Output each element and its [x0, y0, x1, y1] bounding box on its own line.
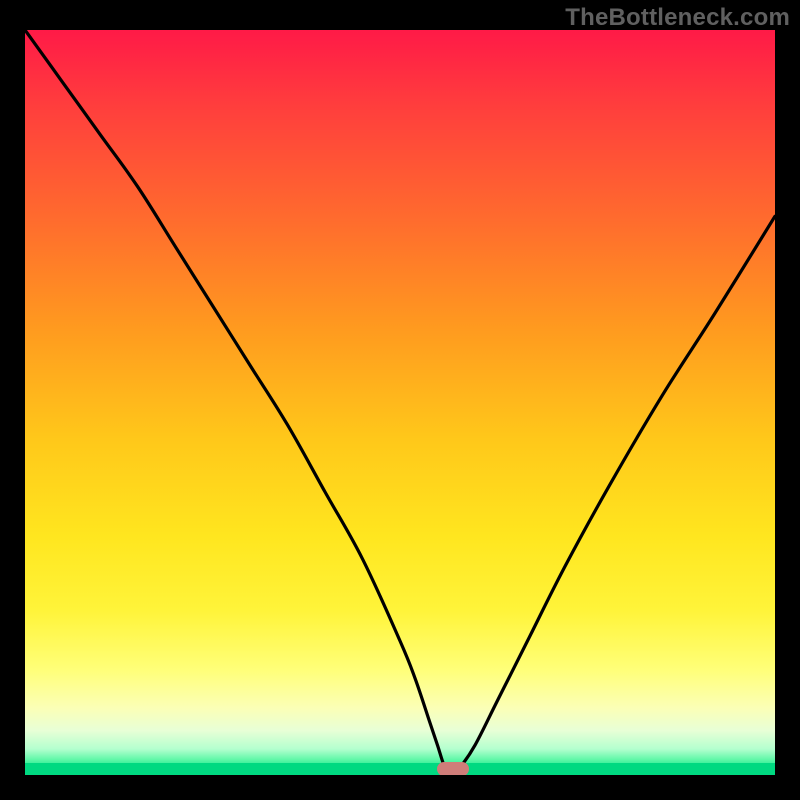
plot-area — [25, 30, 775, 775]
current-config-marker — [437, 762, 469, 775]
chart-frame: TheBottleneck.com — [0, 0, 800, 800]
bottleneck-curve — [25, 30, 775, 775]
watermark-text: TheBottleneck.com — [565, 4, 790, 32]
